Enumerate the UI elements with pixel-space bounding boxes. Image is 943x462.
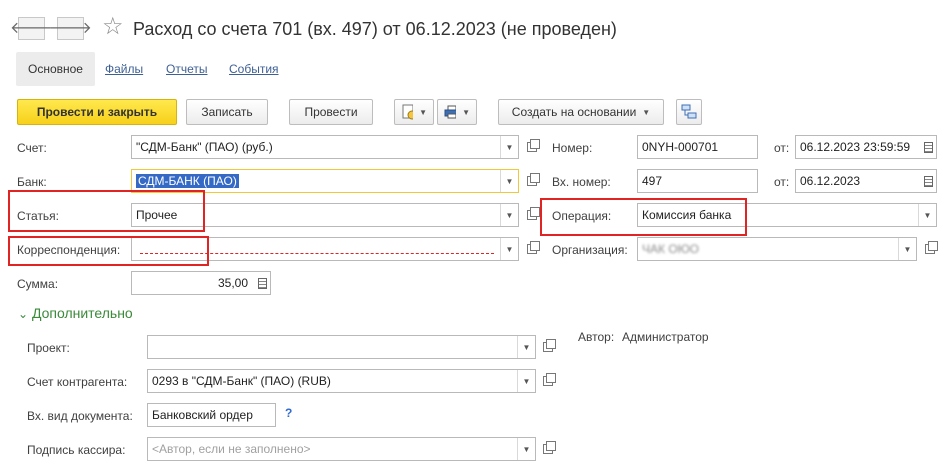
chevron-down-icon[interactable]: ▼ bbox=[517, 336, 535, 358]
printer-icon bbox=[444, 105, 457, 119]
post-and-close-button[interactable]: Провести и закрыть bbox=[17, 99, 177, 125]
calendar-icon[interactable] bbox=[920, 170, 936, 192]
document-clock-icon bbox=[402, 104, 414, 120]
in-date-field[interactable]: 06.12.2023 bbox=[795, 169, 937, 193]
arrow-left-icon: 🡐 bbox=[10, 19, 53, 37]
project-label: Проект: bbox=[27, 341, 70, 355]
print-button[interactable]: ▼ bbox=[437, 99, 477, 125]
chevron-down-icon[interactable]: ▼ bbox=[500, 238, 518, 260]
arrow-right-icon: 🡒 bbox=[49, 19, 92, 37]
highlight-article bbox=[8, 190, 205, 232]
chevron-down-icon[interactable]: ▼ bbox=[918, 204, 936, 226]
chevron-down-icon[interactable]: ▼ bbox=[517, 370, 535, 392]
sum-field[interactable]: 35,00 bbox=[131, 271, 271, 295]
date-from-label: от: bbox=[774, 141, 790, 155]
doc-type-label: Вх. вид документа: bbox=[27, 409, 133, 423]
open-correspondence-icon[interactable] bbox=[523, 239, 541, 259]
open-article-icon[interactable] bbox=[523, 205, 541, 225]
help-icon[interactable]: ? bbox=[285, 406, 292, 420]
open-organization-icon[interactable] bbox=[921, 239, 939, 259]
forward-button[interactable]: 🡒 bbox=[49, 17, 92, 40]
back-button[interactable]: 🡐 bbox=[10, 17, 53, 40]
open-cashier-icon[interactable] bbox=[539, 439, 557, 459]
doc-type-field[interactable]: Банковский ордер bbox=[147, 403, 276, 427]
counter-account-label: Счет контрагента: bbox=[27, 375, 128, 389]
tab-reports[interactable]: Отчеты bbox=[166, 62, 207, 76]
chevron-down-icon: ▼ bbox=[462, 107, 470, 117]
tab-main[interactable]: Основное bbox=[16, 52, 95, 86]
print-preview-button[interactable]: ▼ bbox=[394, 99, 434, 125]
open-account-icon[interactable] bbox=[523, 137, 541, 157]
account-label: Счет: bbox=[17, 141, 47, 155]
bank-label: Банк: bbox=[17, 175, 47, 189]
calendar-icon[interactable] bbox=[920, 136, 936, 158]
cashier-label: Подпись кассира: bbox=[27, 443, 126, 457]
highlight-correspondence bbox=[8, 236, 209, 266]
open-counter-account-icon[interactable] bbox=[539, 371, 557, 391]
page-title: Расход со счета 701 (вх. 497) от 06.12.2… bbox=[133, 19, 617, 39]
counter-account-field[interactable]: 0293 в "СДМ-Банк" (ПАО) (RUB) ▼ bbox=[147, 369, 536, 393]
chevron-down-icon[interactable]: ▼ bbox=[517, 438, 535, 460]
in-number-field[interactable]: 497 bbox=[637, 169, 758, 193]
in-date-from-label: от: bbox=[774, 175, 790, 189]
chevron-down-icon: ▼ bbox=[419, 107, 427, 117]
additional-section-toggle[interactable]: ⌄ Дополнительно bbox=[18, 305, 133, 321]
number-label: Номер: bbox=[552, 141, 593, 155]
cashier-field[interactable]: <Автор, если не заполнено> ▼ bbox=[147, 437, 536, 461]
chevron-down-icon[interactable]: ▼ bbox=[898, 238, 916, 260]
project-field[interactable]: ▼ bbox=[147, 335, 536, 359]
tab-events[interactable]: События bbox=[229, 62, 279, 76]
chevron-down-icon: ⌄ bbox=[18, 307, 29, 321]
open-project-icon[interactable] bbox=[539, 337, 557, 357]
organization-field[interactable]: ЧАК ОЮО ▼ bbox=[637, 237, 917, 261]
hierarchy-icon bbox=[681, 104, 697, 119]
open-bank-icon[interactable] bbox=[523, 171, 541, 191]
in-number-label: Вх. номер: bbox=[552, 175, 611, 189]
organization-label: Организация: bbox=[552, 243, 628, 257]
chevron-down-icon[interactable]: ▼ bbox=[500, 170, 518, 192]
author-label: Автор: bbox=[578, 330, 615, 344]
highlight-operation bbox=[540, 198, 747, 236]
favorite-star-icon[interactable]: ☆ bbox=[102, 15, 124, 39]
number-field[interactable]: 0NYH-000701 bbox=[637, 135, 758, 159]
account-field[interactable]: "СДМ-Банк" (ПАО) (руб.) ▼ bbox=[131, 135, 519, 159]
chevron-down-icon: ▼ bbox=[642, 107, 651, 117]
chevron-down-icon[interactable]: ▼ bbox=[500, 204, 518, 226]
post-button[interactable]: Провести bbox=[289, 99, 373, 125]
save-button[interactable]: Записать bbox=[186, 99, 268, 125]
tab-files[interactable]: Файлы bbox=[105, 62, 143, 76]
sum-label: Сумма: bbox=[17, 277, 59, 291]
calculator-icon[interactable] bbox=[254, 272, 270, 294]
structure-button[interactable] bbox=[676, 99, 702, 125]
chevron-down-icon[interactable]: ▼ bbox=[500, 136, 518, 158]
create-based-on-button[interactable]: Создать на основании ▼ bbox=[498, 99, 664, 125]
author-value: Администратор bbox=[622, 330, 709, 344]
date-field[interactable]: 06.12.2023 23:59:59 bbox=[795, 135, 937, 159]
